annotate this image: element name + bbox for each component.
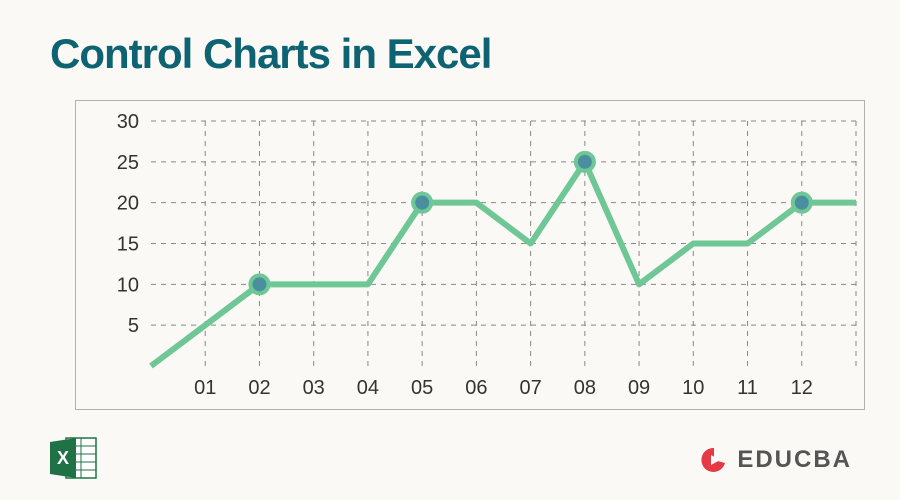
- x-tick-label: 09: [628, 377, 650, 399]
- excel-icon: X: [48, 434, 98, 482]
- y-tick-label: 20: [117, 193, 139, 215]
- data-line: [151, 162, 856, 366]
- x-tick-label: 02: [248, 377, 270, 399]
- x-tick-label: 04: [357, 377, 379, 399]
- data-marker: [413, 194, 431, 212]
- y-tick-label: 10: [117, 274, 139, 296]
- brand-mark-icon: [699, 445, 729, 475]
- chart-svg: 5 10 15 20 25 30 01 02 03 04 05 06 07 08 09 10 11 12: [76, 101, 866, 411]
- y-tick-label: 30: [117, 111, 139, 133]
- y-tick-label: 5: [128, 315, 139, 337]
- x-tick-label: 06: [465, 377, 487, 399]
- x-tick-label: 12: [791, 377, 813, 399]
- x-tick-label: 03: [303, 377, 325, 399]
- x-tick-label: 11: [737, 377, 758, 399]
- x-tick-label: 05: [411, 377, 433, 399]
- x-tick-label: 08: [574, 377, 596, 399]
- control-chart: 5 10 15 20 25 30 01 02 03 04 05 06 07 08 09 10 11 12: [75, 100, 865, 410]
- x-tick-label: 01: [194, 377, 216, 399]
- y-tick-label: 15: [117, 234, 139, 256]
- data-marker: [250, 275, 268, 293]
- data-marker: [576, 153, 594, 171]
- y-tick-label: 25: [117, 152, 139, 174]
- brand-name: EDUCBA: [737, 446, 852, 474]
- brand-logo: EDUCBA: [699, 445, 852, 475]
- svg-text:X: X: [57, 448, 69, 468]
- page-title: Control Charts in Excel: [50, 30, 491, 78]
- x-tick-label: 07: [519, 377, 541, 399]
- data-marker: [793, 194, 811, 212]
- x-tick-label: 10: [682, 377, 704, 399]
